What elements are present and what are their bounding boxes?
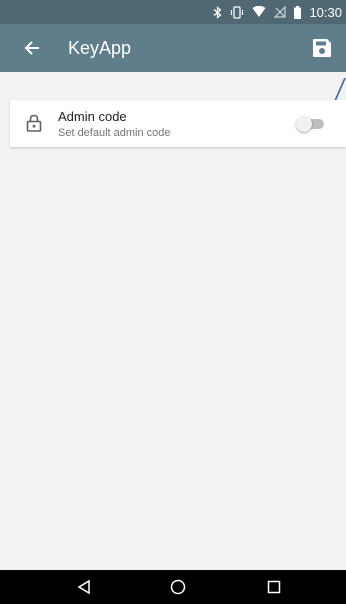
back-button[interactable]	[20, 36, 44, 60]
bluetooth-icon	[213, 5, 222, 19]
nav-recents-button[interactable]	[264, 577, 284, 597]
app-title: KeyApp	[68, 38, 132, 58]
settings-content: Admin code Set default admin code	[0, 72, 346, 570]
status-icons: 10:30	[213, 0, 342, 24]
back-triangle-icon	[77, 579, 90, 595]
admin-code-toggle[interactable]	[296, 114, 326, 134]
status-bar: 10:30	[0, 0, 346, 24]
app-bar: KeyApp	[0, 24, 346, 72]
toggle-thumb	[296, 116, 312, 132]
nav-back-button[interactable]	[74, 577, 94, 597]
accent-stroke	[334, 78, 346, 102]
save-button[interactable]	[310, 36, 334, 60]
wifi-icon	[252, 6, 266, 18]
home-circle-icon	[170, 579, 186, 595]
nav-home-button[interactable]	[168, 577, 188, 597]
setting-item-admin-code[interactable]: Admin code Set default admin code	[10, 100, 346, 147]
lock-icon	[26, 114, 42, 132]
system-nav-bar	[0, 570, 346, 604]
status-time: 10:30	[309, 4, 342, 20]
battery-icon	[294, 5, 302, 19]
recents-square-icon	[267, 580, 281, 594]
setting-subtitle: Set default admin code	[58, 127, 171, 139]
no-sim-icon	[274, 6, 287, 18]
setting-title: Admin code	[58, 109, 127, 124]
arrow-back-icon	[24, 41, 39, 55]
save-icon	[313, 39, 331, 57]
vibrate-icon	[230, 5, 244, 19]
